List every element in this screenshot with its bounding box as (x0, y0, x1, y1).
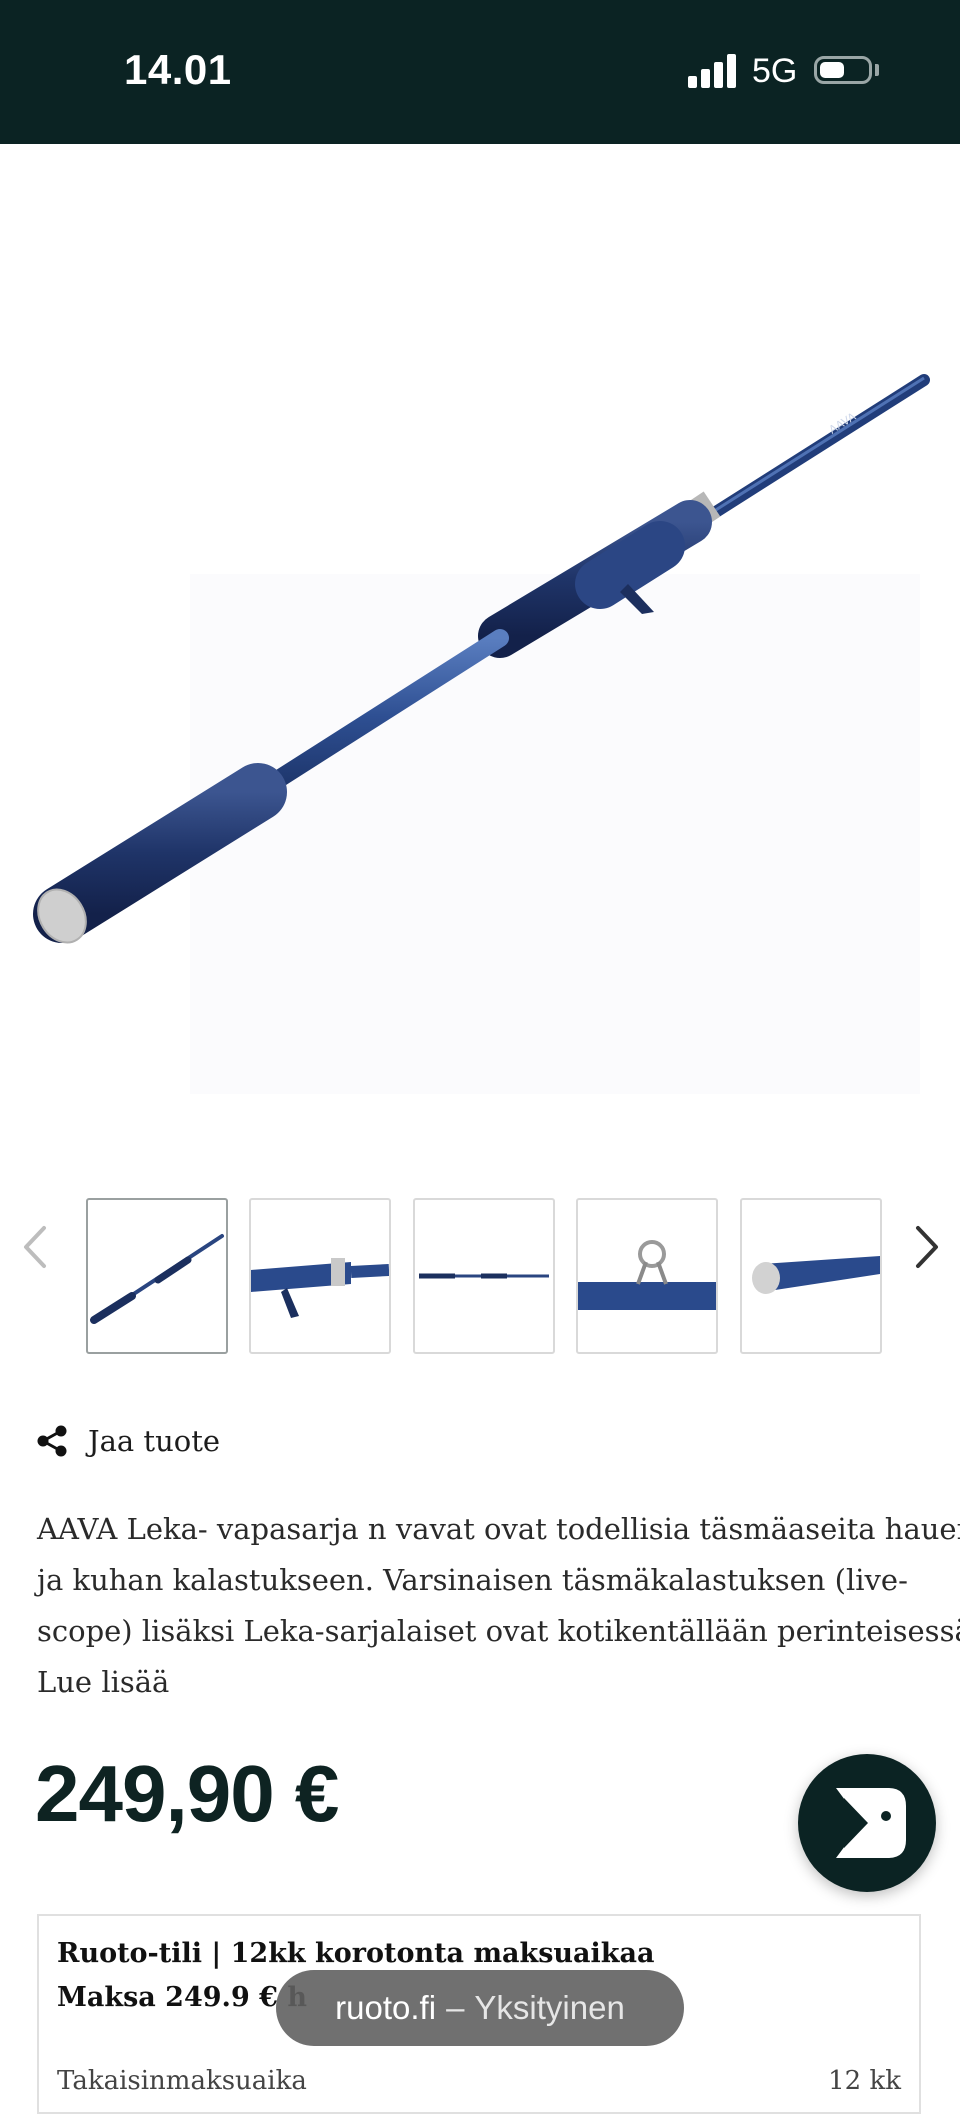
repayment-period-label: Takaisinmaksuaika (57, 2066, 307, 2096)
url-separator: – (446, 1989, 465, 2026)
product-description: AAVA Leka- vapasarja n vavat ovat todell… (37, 1504, 960, 1708)
chat-button[interactable] (798, 1754, 936, 1892)
financing-subtitle: Maksa 249.9 € h (57, 1982, 307, 2013)
repayment-period-value: 12 kk (828, 2066, 901, 2096)
description-line: ja kuhan kalastukseen. Varsinaisen täsmä… (37, 1563, 908, 1597)
thumbnail-1[interactable] (86, 1198, 228, 1354)
browser-url-bar[interactable]: ruoto.fi – Yksityinen (276, 1970, 684, 2046)
status-bar: 14.01 5G (0, 0, 960, 144)
status-time: 14.01 (124, 46, 232, 93)
url-domain: ruoto.fi (335, 1989, 437, 2026)
thumbnail-5[interactable] (740, 1198, 882, 1354)
description-line: AAVA Leka- vapasarja n vavat ovat todell… (37, 1512, 960, 1546)
product-image[interactable]: AAVA (0, 144, 960, 1164)
share-label: Jaa tuote (88, 1424, 221, 1458)
financing-title: Ruoto-tili | 12kk korotonta maksuaikaa (57, 1938, 655, 1969)
battery-icon (814, 56, 872, 84)
private-mode-label: Yksityinen (474, 1989, 625, 2026)
signal-icon (688, 54, 738, 88)
thumbnail-2[interactable] (249, 1198, 391, 1354)
share-icon (37, 1425, 67, 1457)
thumbnail-3[interactable] (413, 1198, 555, 1354)
read-more-link[interactable]: Lue lisää (37, 1657, 927, 1708)
rod-illustration: AAVA (33, 374, 930, 944)
network-type: 5G (752, 52, 798, 90)
thumbnail-4[interactable] (576, 1198, 718, 1354)
carousel-next-arrow-icon[interactable] (906, 1222, 946, 1272)
brand-logo-icon (836, 1788, 906, 1858)
description-line: scope) lisäksi Leka-sarjalaiset ovat kot… (37, 1614, 960, 1648)
carousel-prev-arrow-icon[interactable] (16, 1222, 56, 1272)
product-price: 249,90 € (35, 1749, 339, 1838)
share-product-button[interactable]: Jaa tuote (36, 1418, 220, 1464)
